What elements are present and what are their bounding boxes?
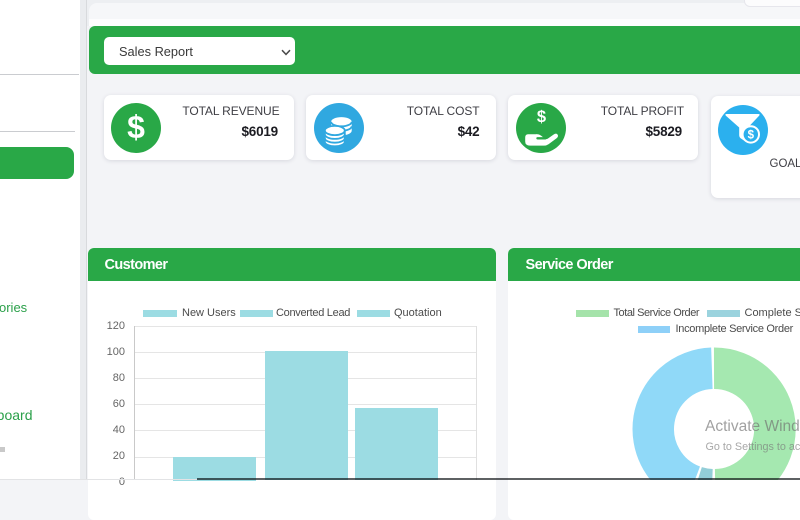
svg-text:$: $ xyxy=(748,130,755,142)
